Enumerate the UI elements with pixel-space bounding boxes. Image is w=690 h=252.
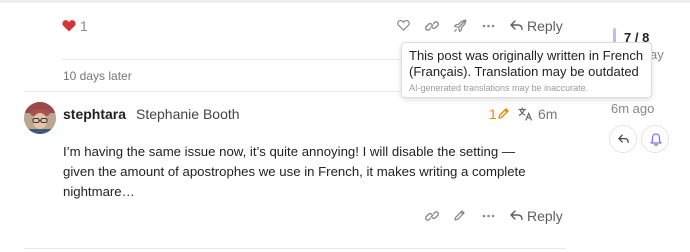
- notification-level-button[interactable]: [641, 125, 669, 153]
- translate-icon[interactable]: [518, 107, 533, 121]
- timeline-date-fragment: ay: [650, 47, 664, 62]
- link-icon[interactable]: [425, 209, 439, 223]
- post-full-name[interactable]: Stephanie Booth: [136, 106, 240, 122]
- tooltip-note: AI-generated translations may be inaccur…: [409, 83, 589, 93]
- reply-button[interactable]: Reply: [527, 208, 563, 224]
- reply-icon[interactable]: [510, 20, 523, 31]
- more-icon[interactable]: [482, 24, 495, 28]
- like-count[interactable]: 1: [80, 18, 88, 34]
- top-reply-button[interactable]: Reply: [527, 18, 563, 34]
- pencil-icon[interactable]: [497, 107, 510, 120]
- translation-tooltip: This post was originally written in Fren…: [401, 42, 652, 98]
- post-age[interactable]: 6m: [538, 106, 557, 122]
- post-body: I’m having the same issue now, it’s quit…: [63, 144, 526, 199]
- bell-icon: [650, 133, 662, 146]
- link-icon[interactable]: [425, 19, 439, 33]
- heart-outline-icon[interactable]: [397, 19, 410, 31]
- bottom-divider: [24, 248, 566, 249]
- avatar[interactable]: [24, 102, 56, 134]
- heart-icon[interactable]: [62, 19, 76, 32]
- edit-count[interactable]: 1: [489, 106, 497, 122]
- timeline-last-activity[interactable]: 6m ago: [611, 101, 654, 116]
- rocket-icon[interactable]: [453, 19, 467, 33]
- top-divider: [0, 0, 690, 3]
- pencil-icon[interactable]: [453, 209, 466, 222]
- reply-icon[interactable]: [510, 210, 523, 221]
- time-gap-label: 10 days later: [63, 69, 132, 83]
- more-icon[interactable]: [482, 214, 495, 218]
- timeline-reply-button[interactable]: [609, 125, 637, 153]
- reply-icon: [618, 134, 629, 144]
- post-username[interactable]: stephtara: [63, 106, 126, 122]
- tooltip-text: This post was originally written in Fren…: [409, 48, 644, 79]
